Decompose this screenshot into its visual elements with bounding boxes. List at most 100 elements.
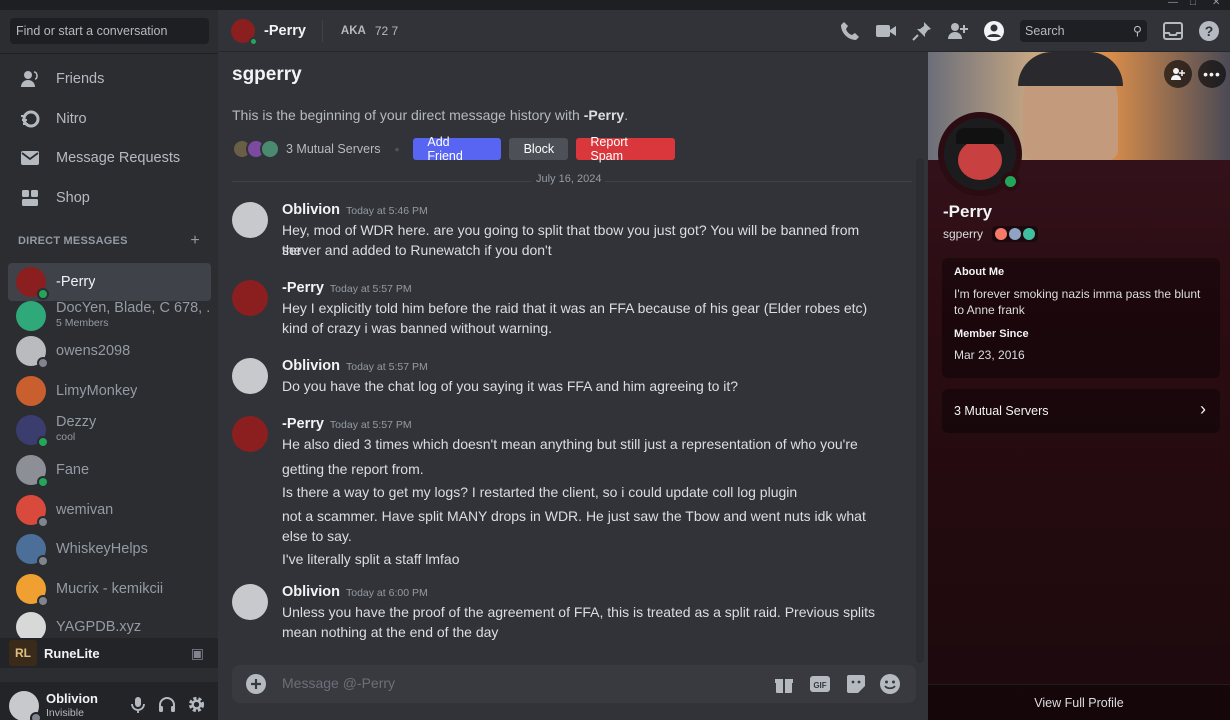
- dm-item[interactable]: -Perry: [8, 263, 211, 301]
- close-icon[interactable]: ✕: [1212, 0, 1220, 8]
- profile-username: sgperry: [943, 227, 984, 241]
- message-avatar[interactable]: [232, 584, 268, 620]
- more-options-icon[interactable]: •••: [1198, 60, 1226, 88]
- dm-header-label: DIRECT MESSAGES: [18, 235, 128, 247]
- add-friend-button[interactable]: Add Friend: [413, 135, 502, 163]
- mutual-server-icons[interactable]: [232, 139, 280, 159]
- dm-item[interactable]: Dezzy cool: [8, 411, 211, 449]
- emoji-icon[interactable]: [878, 672, 902, 696]
- attach-plus-icon[interactable]: [244, 672, 268, 696]
- envelope-icon: [18, 146, 42, 170]
- add-friends-to-dm-icon[interactable]: [946, 19, 970, 43]
- dm-text: Fane: [56, 463, 89, 478]
- headphones-icon[interactable]: [158, 696, 176, 717]
- message-author[interactable]: -Perry: [282, 416, 324, 432]
- message-placeholder: Message @-Perry: [282, 675, 396, 691]
- message-avatar[interactable]: [232, 202, 268, 238]
- svg-text:GIF: GIF: [813, 681, 826, 690]
- message-avatar[interactable]: [232, 358, 268, 394]
- message-author[interactable]: Oblivion: [282, 584, 340, 600]
- header-search-input[interactable]: Search ⚲: [1020, 20, 1147, 42]
- maximize-icon[interactable]: □: [1190, 0, 1196, 8]
- dm-text: YAGPDB.xyz: [56, 620, 141, 635]
- dm-text: DocYen, Blade, C 678, ... 5 Members: [56, 301, 211, 331]
- nav-friends[interactable]: Friends: [8, 61, 211, 97]
- banner-headphones: [1018, 52, 1123, 86]
- help-icon[interactable]: ?: [1197, 19, 1221, 43]
- dm-name: wemivan: [56, 502, 114, 518]
- dm-name: DocYen, Blade, C 678, ...: [56, 301, 211, 316]
- dm-item[interactable]: wemivan: [8, 491, 211, 529]
- gif-icon[interactable]: GIF: [808, 672, 832, 696]
- message-author[interactable]: -Perry: [282, 280, 324, 296]
- inbox-icon[interactable]: [1161, 19, 1185, 43]
- message-timestamp: Today at 5:57 PM: [346, 361, 428, 373]
- activity-runelite[interactable]: RL RuneLite ▣: [0, 638, 218, 668]
- dm-item[interactable]: DocYen, Blade, C 678, ... 5 Members: [8, 297, 211, 335]
- profile-badges[interactable]: [992, 226, 1039, 242]
- screen-share-icon[interactable]: ▣: [191, 645, 204, 662]
- message-avatar[interactable]: [232, 416, 268, 452]
- pinned-messages-icon[interactable]: [910, 19, 934, 43]
- message-text: Do you have the chat log of you saying i…: [282, 378, 739, 394]
- message-author[interactable]: Oblivion: [282, 202, 340, 218]
- dm-item[interactable]: Mucrix - kemikcii: [8, 570, 211, 608]
- add-friend-icon[interactable]: [1164, 60, 1192, 88]
- message-text: getting the report from.: [282, 461, 424, 477]
- message-author[interactable]: Oblivion: [282, 358, 340, 374]
- view-full-profile-button[interactable]: View Full Profile: [928, 684, 1230, 720]
- video-call-icon[interactable]: [874, 19, 898, 43]
- create-dm-icon[interactable]: +: [190, 232, 200, 250]
- header-avatar[interactable]: [231, 18, 258, 46]
- nav-nitro[interactable]: Nitro: [8, 101, 211, 137]
- message-group[interactable]: Oblivion Today at 5:46 PM Hey, mod of WDR …: [232, 202, 882, 262]
- header-username[interactable]: -Perry: [264, 23, 306, 39]
- message-meta: Oblivion Today at 6:00 PM: [282, 584, 428, 600]
- message-group[interactable]: -Perry Today at 5:57 PM Hey I explicitly t…: [232, 280, 882, 340]
- mutual-servers-card[interactable]: 3 Mutual Servers ›: [942, 389, 1220, 433]
- mutual-servers-link[interactable]: 3 Mutual Servers: [286, 142, 380, 156]
- sticker-icon[interactable]: [844, 672, 868, 696]
- offline-status-icon: [37, 595, 49, 607]
- dm-intro-text: This is the beginning of your direct mes…: [232, 107, 628, 123]
- friends-icon: [18, 67, 42, 91]
- intro-name: -Perry: [583, 107, 625, 123]
- message-input[interactable]: Message @-Perry GIF: [232, 665, 916, 703]
- message-group[interactable]: Oblivion Today at 6:00 PM Unless you have …: [232, 584, 882, 644]
- nav-message-requests[interactable]: Message Requests: [8, 140, 211, 176]
- user-info[interactable]: Oblivion Invisible: [46, 691, 98, 720]
- user-avatar[interactable]: [9, 691, 42, 720]
- message-group[interactable]: -Perry Today at 5:57 PM He also died 3 tim…: [232, 416, 882, 571]
- dm-name: Dezzy: [56, 415, 97, 430]
- find-conversation-button[interactable]: Find or start a conversation: [10, 18, 209, 44]
- gift-icon[interactable]: [772, 672, 796, 696]
- message-meta: Oblivion Today at 5:57 PM: [282, 358, 428, 374]
- dm-item[interactable]: Fane: [8, 451, 211, 489]
- profile-display-name: -Perry: [943, 202, 993, 221]
- settings-gear-icon[interactable]: [187, 695, 206, 717]
- dot-separator: •: [394, 141, 400, 157]
- block-button[interactable]: Block: [509, 138, 569, 160]
- dm-name: YAGPDB.xyz: [56, 619, 142, 635]
- message-meta: -Perry Today at 5:57 PM: [282, 280, 412, 296]
- voice-call-icon[interactable]: [838, 19, 862, 43]
- message-meta: -Perry Today at 5:57 PM: [282, 416, 412, 432]
- minimize-icon[interactable]: —: [1168, 0, 1178, 8]
- dm-item[interactable]: WhiskeyHelps: [8, 530, 211, 568]
- profile-avatar[interactable]: [938, 112, 1022, 196]
- chat-header: -Perry AKA 72 7 Search ⚲ ?: [218, 10, 1230, 52]
- message-avatar[interactable]: [232, 280, 268, 316]
- online-status-icon: [37, 436, 49, 448]
- chat-scrollbar[interactable]: [916, 158, 924, 663]
- nav-shop[interactable]: Shop: [8, 180, 211, 216]
- intro-suffix: .: [624, 107, 629, 123]
- dm-item[interactable]: owens2098: [8, 332, 211, 370]
- nav-label: Shop: [56, 190, 90, 206]
- microphone-icon[interactable]: [131, 696, 145, 717]
- user-profile-toggle-icon[interactable]: [982, 19, 1006, 43]
- online-status-icon: [249, 36, 258, 46]
- dm-item[interactable]: LimyMonkey: [8, 372, 211, 410]
- report-spam-button[interactable]: Report Spam: [576, 135, 676, 163]
- user-name: Oblivion: [46, 691, 98, 706]
- message-group[interactable]: Oblivion Today at 5:57 PM Do you have the …: [232, 358, 882, 398]
